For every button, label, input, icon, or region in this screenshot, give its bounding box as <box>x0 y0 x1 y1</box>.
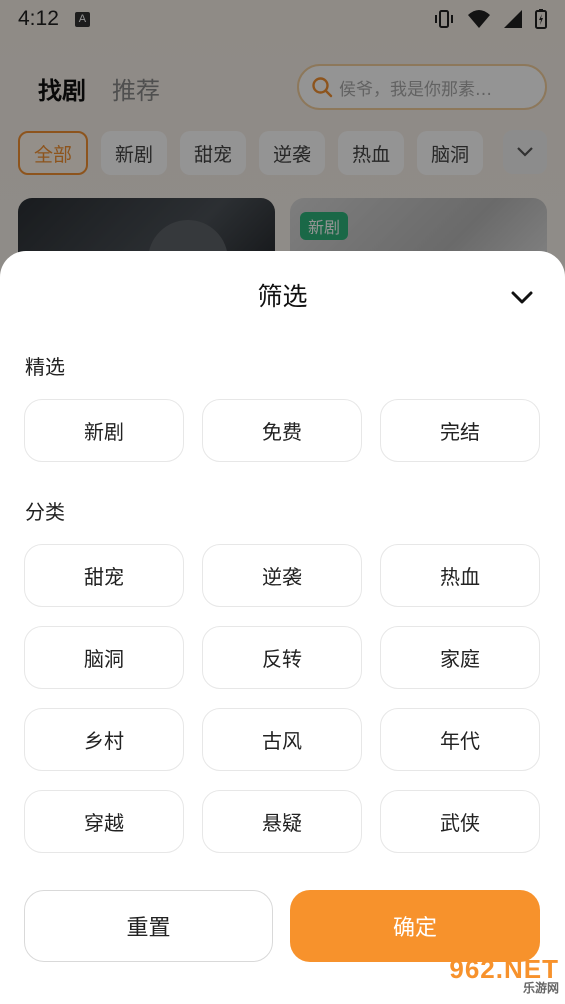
option-free[interactable]: 免费 <box>202 399 362 462</box>
option-comeback[interactable]: 逆袭 <box>202 544 362 607</box>
option-new[interactable]: 新剧 <box>24 399 184 462</box>
reset-button[interactable]: 重置 <box>24 890 273 962</box>
watermark-sub: 乐游网 <box>522 981 559 995</box>
sheet-title: 筛选 <box>257 282 308 311</box>
option-completed[interactable]: 完结 <box>380 399 540 462</box>
option-time-travel[interactable]: 穿越 <box>24 790 184 853</box>
option-twist[interactable]: 反转 <box>202 626 362 689</box>
section-label-category: 分类 <box>25 500 65 524</box>
option-passion[interactable]: 热血 <box>380 544 540 607</box>
option-brainhole[interactable]: 脑洞 <box>24 626 184 689</box>
chevron-down-icon <box>511 291 533 304</box>
watermark-brand: 962.NET <box>449 954 559 984</box>
option-suspense[interactable]: 悬疑 <box>202 790 362 853</box>
collapse-sheet-button[interactable] <box>507 283 537 313</box>
option-ancient[interactable]: 古风 <box>202 708 362 771</box>
option-sweet[interactable]: 甜宠 <box>24 544 184 607</box>
section-label-featured: 精选 <box>25 355 65 379</box>
option-family[interactable]: 家庭 <box>380 626 540 689</box>
option-rural[interactable]: 乡村 <box>24 708 184 771</box>
option-era[interactable]: 年代 <box>380 708 540 771</box>
confirm-button[interactable]: 确定 <box>290 890 540 962</box>
filter-sheet: 筛选 精选 新剧 免费 完结 分类 甜宠 逆袭 热血 脑洞 反转 家庭 乡村 古… <box>0 251 565 1004</box>
category-options: 甜宠 逆袭 热血 脑洞 反转 家庭 乡村 古风 年代 穿越 悬疑 武侠 <box>24 544 540 916</box>
option-martial-arts[interactable]: 武侠 <box>380 790 540 853</box>
watermark-logo: 962.NET 乐游网 <box>429 954 559 998</box>
featured-options: 新剧 免费 完结 <box>24 399 540 462</box>
